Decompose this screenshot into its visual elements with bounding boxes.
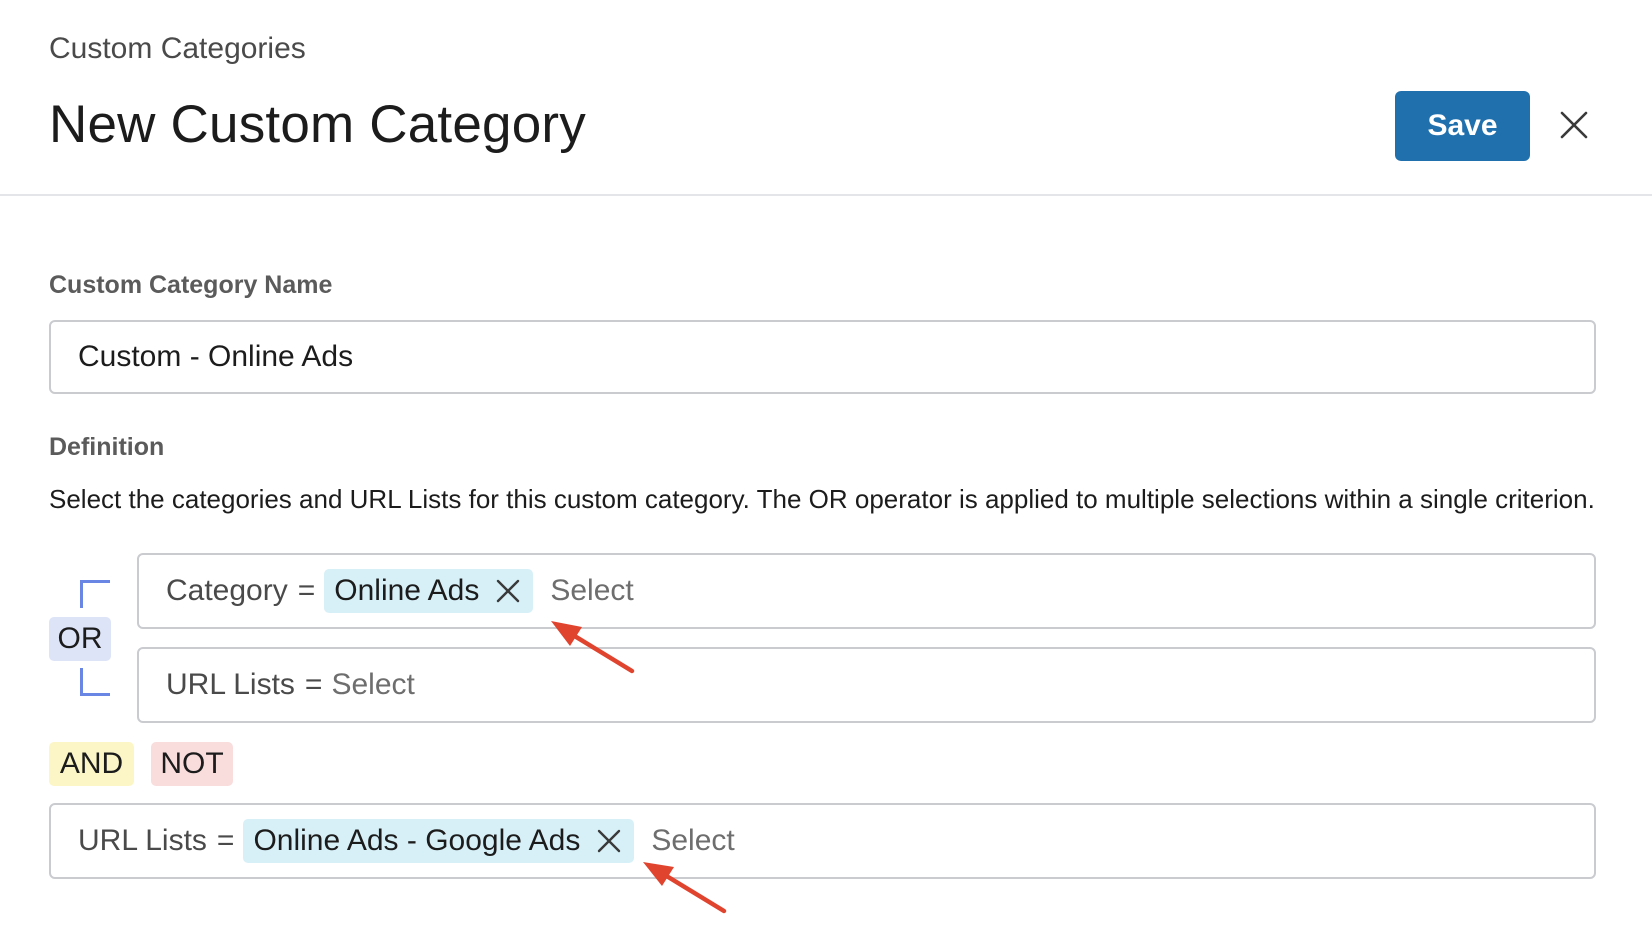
and-operator-button[interactable]: AND [49, 742, 134, 786]
criterion-field: URL Lists [78, 824, 207, 857]
save-button[interactable]: Save [1395, 91, 1530, 161]
selected-chip: Online Ads [324, 569, 534, 613]
excluded-url-lists-criterion[interactable]: URL Lists = Online Ads - Google Ads Sele… [49, 803, 1596, 879]
url-lists-select[interactable]: Select [331, 668, 414, 702]
selected-chip: Online Ads - Google Ads [243, 819, 635, 863]
category-select[interactable]: Select [550, 574, 633, 608]
criterion-operator: = [304, 668, 323, 701]
x-icon [598, 829, 621, 853]
category-name-input[interactable] [49, 320, 1596, 394]
or-operator-badge[interactable]: OR [49, 617, 111, 661]
page-header: Custom Categories New Custom Category Sa… [0, 0, 1652, 196]
category-name-label: Custom Category Name [49, 271, 333, 299]
breadcrumb[interactable]: Custom Categories [49, 32, 306, 66]
chip-remove-button[interactable] [493, 576, 523, 606]
criterion-field: URL Lists [166, 668, 295, 701]
criterion-operator: = [216, 824, 235, 857]
definition-label: Definition [49, 433, 165, 461]
close-icon [1560, 111, 1588, 139]
excluded-url-lists-select[interactable]: Select [651, 824, 734, 858]
chip-label: Online Ads - Google Ads [253, 824, 581, 857]
close-button[interactable] [1553, 104, 1595, 146]
x-icon [497, 579, 520, 603]
criterion-field: Category [166, 574, 288, 607]
url-lists-criterion[interactable]: URL Lists = Select [137, 647, 1596, 723]
or-bracket-bottom [80, 668, 110, 696]
category-criterion[interactable]: Category = Online Ads Select [137, 553, 1596, 629]
criterion-operator: = [297, 574, 316, 607]
not-operator-button[interactable]: NOT [151, 742, 233, 786]
chip-label: Online Ads [334, 574, 480, 607]
definition-description: Select the categories and URL Lists for … [49, 484, 1595, 514]
chip-remove-button[interactable] [594, 826, 624, 856]
or-bracket-top [80, 580, 110, 608]
page-title: New Custom Category [49, 95, 586, 154]
